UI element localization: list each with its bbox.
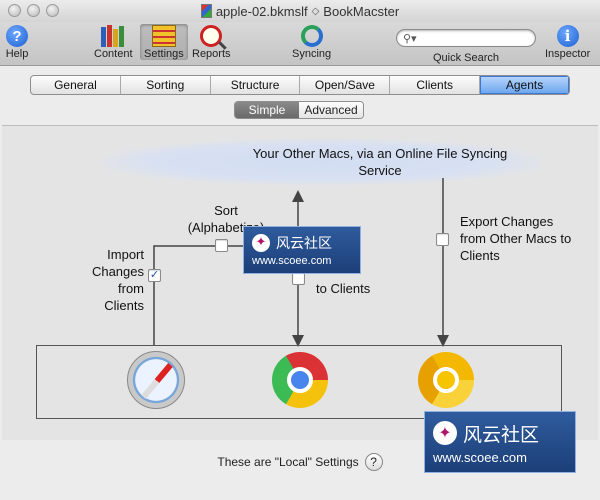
watermark-large: ✦ 风云社区 www.scoee.com <box>424 411 576 473</box>
safari-icon <box>127 351 185 409</box>
search-icon: ⚲▾ <box>403 32 417 45</box>
sync-icon <box>300 25 323 47</box>
tab-structure[interactable]: Structure <box>211 76 301 94</box>
minimize-button[interactable] <box>27 4 40 17</box>
segment-simple[interactable]: Simple <box>235 102 299 118</box>
window-controls <box>8 4 59 17</box>
settings-window: apple-02.bkmslf ◇ BookMacster ? Help Con… <box>0 0 600 500</box>
export-to-clients-label: to Clients <box>316 281 371 296</box>
inspector-button[interactable]: i Inspector <box>545 24 590 60</box>
chrome-canary-icon <box>418 352 474 408</box>
help-button[interactable]: ? Help <box>5 24 29 60</box>
export-other-macs-label: Export Changes from Other Macs to Client… <box>460 214 572 263</box>
tab-clients[interactable]: Clients <box>390 76 481 94</box>
tab-general[interactable]: General <box>31 76 121 94</box>
mode-segmented-control: Simple Advanced <box>234 101 364 119</box>
tab-open-save[interactable]: Open/Save <box>300 76 391 94</box>
quick-search-label: Quick Search <box>432 52 500 64</box>
help-icon: ? <box>6 25 28 47</box>
watermark-small: ✦ 风云社区 www.scoee.com <box>243 226 361 274</box>
quick-search-input[interactable]: ⚲▾ <box>396 29 536 47</box>
reports-button[interactable]: Reports <box>192 24 231 60</box>
document-name: apple-02.bkmslf <box>215 3 308 19</box>
sort-checkbox[interactable] <box>215 239 228 252</box>
help-question-icon[interactable]: ? <box>364 453 383 471</box>
import-checkbox[interactable]: ✓ <box>148 269 161 282</box>
document-icon <box>200 4 212 18</box>
watermark-logo-icon: ✦ <box>252 234 270 252</box>
settings-button[interactable]: Settings <box>140 24 188 60</box>
settings-icon <box>151 25 176 47</box>
app-name: BookMacster <box>323 3 400 19</box>
close-button[interactable] <box>8 4 21 17</box>
tab-sorting[interactable]: Sorting <box>121 76 211 94</box>
import-label: Import Changes from Clients <box>91 247 144 313</box>
settings-tabs: General Sorting Structure Open/Save Clie… <box>30 75 570 95</box>
zoom-button[interactable] <box>46 4 59 17</box>
syncing-button[interactable]: Syncing <box>292 24 331 60</box>
books-icon <box>101 25 125 47</box>
tab-agents[interactable]: Agents <box>480 76 569 94</box>
local-settings-label: These are "Local" Settings <box>217 455 359 469</box>
diamond-separator-icon: ◇ <box>311 5 320 17</box>
window-title: apple-02.bkmslf ◇ BookMacster <box>200 3 400 19</box>
segment-advanced[interactable]: Advanced <box>299 102 363 118</box>
magnifier-icon <box>200 25 223 47</box>
info-icon: i <box>556 25 579 47</box>
chrome-icon <box>272 352 328 408</box>
export-other-macs-checkbox[interactable] <box>436 233 449 246</box>
watermark-logo-icon-large: ✦ <box>433 421 457 445</box>
content-button[interactable]: Content <box>94 24 133 60</box>
toolbar: ? Help Content Settings Reports Syncing … <box>0 22 600 66</box>
title-bar: apple-02.bkmslf ◇ BookMacster <box>0 0 600 22</box>
agents-panel: Your Other Macs, via an Online File Sync… <box>2 125 598 440</box>
